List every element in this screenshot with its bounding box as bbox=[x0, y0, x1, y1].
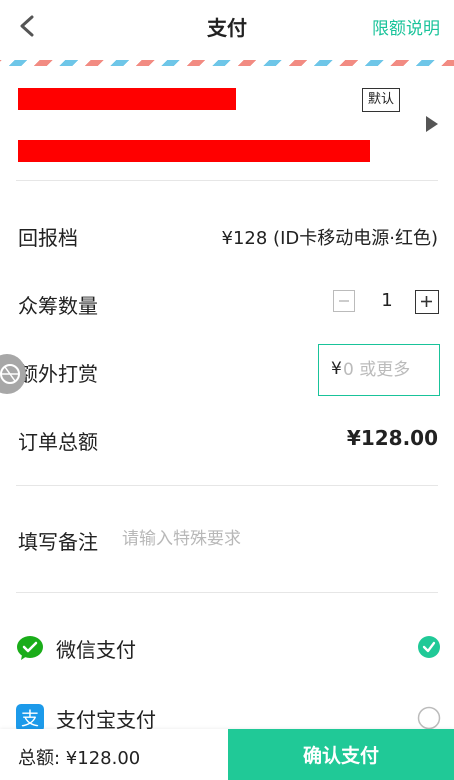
extra-tip-field[interactable]: ¥ bbox=[318, 344, 440, 396]
divider bbox=[16, 180, 438, 181]
quantity-decrease-button[interactable] bbox=[333, 290, 355, 312]
alipay-icon: 支 bbox=[16, 704, 44, 732]
shipping-address-card[interactable]: 默认 bbox=[0, 66, 454, 180]
plus-icon bbox=[421, 296, 432, 307]
limit-info-link[interactable]: 限额说明 bbox=[372, 14, 440, 39]
unselected-radio-icon[interactable] bbox=[417, 706, 441, 730]
quantity-increase-button[interactable] bbox=[415, 290, 439, 314]
redacted-address bbox=[18, 140, 370, 162]
chevron-right-icon[interactable] bbox=[424, 114, 440, 134]
quantity-value: 1 bbox=[381, 290, 393, 311]
top-bar: 支付 限额说明 bbox=[0, 0, 454, 52]
reward-tier-value: ¥128 (ID卡移动电源·红色) bbox=[221, 228, 438, 249]
confirm-payment-button[interactable]: 确认支付 bbox=[228, 729, 454, 780]
divider bbox=[16, 485, 438, 486]
note-label: 填写备注 bbox=[18, 530, 98, 554]
default-address-badge: 默认 bbox=[362, 88, 401, 112]
reward-tier-label: 回报档 bbox=[18, 226, 78, 250]
footer-total: 总额: ¥128.00 bbox=[18, 748, 141, 769]
aperture-icon bbox=[0, 364, 20, 384]
order-total-value: ¥128.00 bbox=[346, 426, 438, 450]
note-input[interactable] bbox=[122, 524, 422, 554]
order-total-label: 订单总额 bbox=[18, 430, 98, 454]
selected-check-icon[interactable] bbox=[417, 635, 441, 659]
extra-tip-input[interactable] bbox=[343, 355, 435, 385]
svg-text:支: 支 bbox=[21, 709, 39, 730]
extra-tip-label: 额外打赏 bbox=[18, 362, 98, 386]
divider bbox=[16, 592, 438, 593]
quantity-label: 众筹数量 bbox=[18, 294, 98, 318]
payment-label-wechat: 微信支付 bbox=[56, 638, 136, 662]
wechat-pay-icon bbox=[17, 636, 43, 660]
floating-assistive-button[interactable] bbox=[0, 354, 26, 394]
currency-symbol: ¥ bbox=[331, 359, 342, 379]
redacted-name-phone bbox=[18, 88, 236, 110]
checkout-bar: 总额: ¥128.00 确认支付 bbox=[0, 729, 454, 780]
minus-icon bbox=[339, 300, 349, 302]
